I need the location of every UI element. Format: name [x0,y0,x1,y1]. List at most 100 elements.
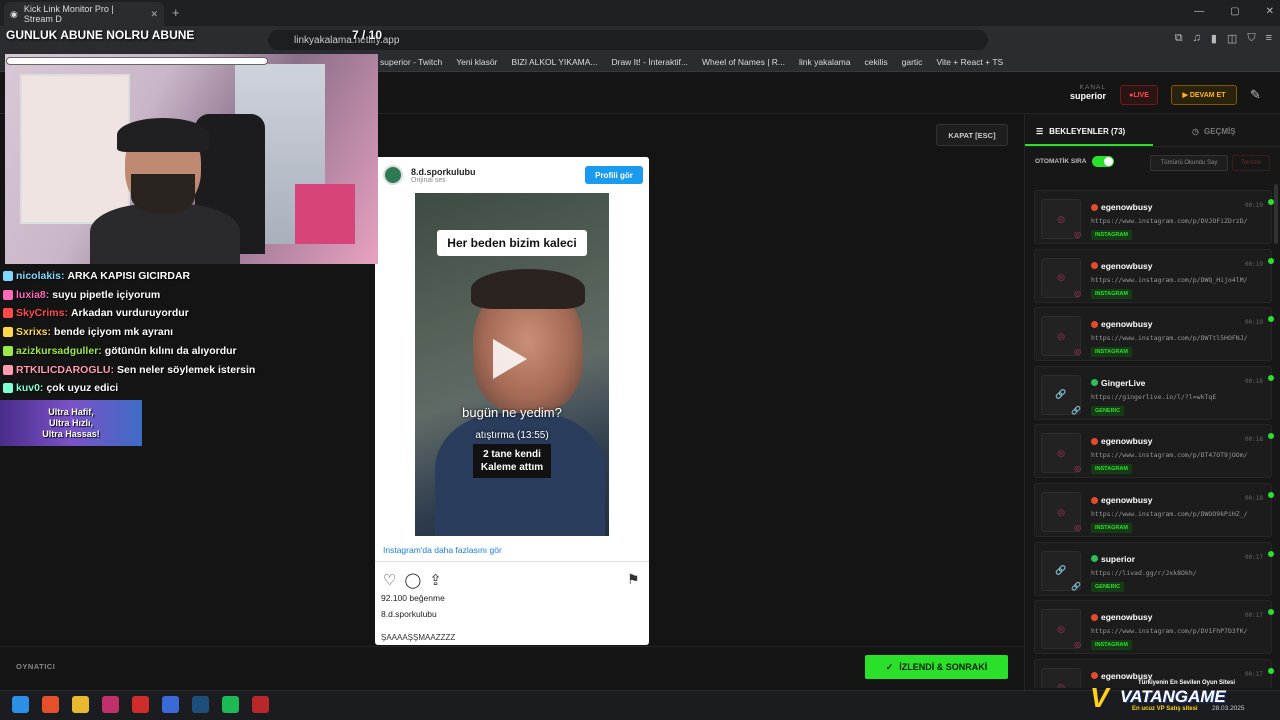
tab-close-icon[interactable]: ✕ [150,9,158,20]
queue-item[interactable]: ◎ ◎ egenowbusy 00:17 https://www.instagram.c… [1034,600,1274,655]
queue-item-time: 00:18 [1244,436,1263,444]
new-tab-button[interactable]: + [172,5,180,20]
queue-item-user: GingerLive [1091,378,1145,388]
menu-icon[interactable]: ≡ [1266,32,1272,45]
video-person-hair [471,269,585,309]
platform-dot [1091,496,1098,504]
bookmark-item[interactable]: Yeni klasör [456,57,497,67]
maximize-button[interactable]: ▢ [1230,6,1239,17]
minimize-button[interactable]: — [1194,6,1204,17]
chat-username: luxia8: [16,288,50,301]
chat-message: luxia8: suyu pipetle içiyorum [3,289,160,301]
avatar[interactable] [383,165,403,185]
spotify-icon[interactable] [222,696,239,713]
more-on-instagram-link[interactable]: Instagram'da daha fazlasını gör [383,545,502,555]
post-owner[interactable]: 8.d.sporkulubu [381,609,437,619]
queue-item-time: 00:19 [1244,319,1263,327]
bookmark-item[interactable]: link yakalama [799,57,851,67]
brave-browser-icon[interactable] [42,696,59,713]
watched-next-button[interactable]: ✓ İZLENDİ & SONRAKİ [865,655,1008,679]
app-icon[interactable] [252,696,269,713]
video-player[interactable]: Her beden bizim kaleci bugün ne yedim? a… [415,193,609,536]
queue-item-time: 00:18 [1244,495,1263,502]
instagram-icon: ◎◎ [1041,667,1081,688]
bookmark-item[interactable]: BIZI ALKOL YIKAMA... [511,57,597,67]
clock-icon: ◷ [1192,126,1199,136]
webcam-person-cap [117,118,209,152]
maps-icon[interactable] [102,696,119,713]
play-icon[interactable] [493,339,527,379]
platform-dot [1091,320,1098,328]
chat-username: SkyCrims: [16,307,68,320]
queue-item[interactable]: ◎ ◎ egenowbusy 00:19 https://www.instagram.c… [1034,248,1274,303]
chat-text: ARKA KAPISI GICIRDAR [67,270,191,282]
file-explorer-icon[interactable] [72,696,89,713]
close-player-button[interactable]: KAPAT [ESC] [936,124,1008,146]
queue-item[interactable]: ◎ ◎ egenowbusy 00:18 https://www.instagram.c… [1034,483,1274,537]
edit-icon[interactable]: ✎ [1250,87,1261,103]
queue-item-username: egenowbusy [1101,436,1153,447]
chat-username: RTKILICDAROGLU: [16,363,114,376]
url-text: linkyakalama.netlify.app [294,34,400,46]
bookmark-item[interactable]: Vite + React + TS [936,57,1003,67]
live-label: LIVE [1133,91,1149,99]
online-indicator [1268,667,1274,674]
chat-text: suyu pipetle içiyorum [52,288,161,301]
ad-line: Ultra Hızlı, [48,417,93,428]
heart-icon[interactable]: ♡ [383,571,396,589]
bookmark-item[interactable]: Draw It! - İnteraktif... [611,57,688,67]
queue-item-url: https://livad.gg/r/Jxk8Okh/ [1091,568,1197,577]
shield-icon[interactable]: ⛉ [1247,32,1255,45]
clear-button[interactable]: Temizle [1232,155,1270,171]
sidebar-icon[interactable]: ▮ [1211,32,1217,45]
overlay-sub-goal-title: GUNLUK ABUNE NOLRU ABUNE [6,28,195,42]
divider [375,561,649,562]
online-indicator [1268,257,1274,264]
steam-icon[interactable] [192,696,209,713]
auto-queue-toggle[interactable] [1092,156,1115,167]
tab-history-label: GEÇMİŞ [1203,126,1236,136]
watermark-logo-v: V [1090,682,1109,713]
bookmark-list: superior - Twitch Yeni klasör BIZI ALKOL… [380,57,1003,67]
queue-item[interactable]: 🔗 🔗 superior 00:17 https://livad.gg/r/Jxk8Ok… [1034,541,1274,596]
queue-item[interactable]: 🔗 🔗 GingerLive 00:18 https://gingerlive.io/l… [1034,365,1274,420]
bookmark-item[interactable]: cekilis [864,57,887,67]
platform-badge: INSTAGRAM [1091,230,1132,240]
link-icon: 🔗 🔗 [1041,374,1081,415]
devam-et-button[interactable]: ▶ DEVAM ET [1171,85,1237,105]
view-profile-button[interactable]: Profili gör [585,166,643,184]
comment-icon[interactable]: ◯ [404,571,421,589]
bookmark-item[interactable]: Wheel of Names | R... [702,57,785,67]
queue-item[interactable]: ◎ ◎ egenowbusy 00:19 https://www.instagram.c… [1034,190,1274,244]
wallet-icon[interactable]: ◫ [1227,32,1237,45]
windows-start-icon[interactable] [12,696,29,713]
taskbar-date: 28.03.2025 [1212,705,1245,712]
ig-actions: ♡ ◯ ⇪ [383,571,442,589]
ad-line: Ultra Hafif, [48,406,94,417]
chat-badge-icon [3,289,13,300]
bookmark-icon[interactable]: ⚑ [627,571,640,588]
app-icon[interactable] [132,696,149,713]
chat-badge-icon [3,308,13,319]
queue-item-user: egenowbusy [1091,495,1152,505]
browser-tab[interactable]: ◉ Kick Link Monitor Pro | Stream D ✕ [4,2,164,26]
queue-item[interactable]: ◎ ◎ egenowbusy 00:19 https://www.instagram.c… [1034,307,1274,362]
queue-item-user: egenowbusy [1091,202,1152,212]
scrollbar[interactable] [1274,184,1278,244]
app-icon[interactable] [162,696,179,713]
platform-badge: INSTAGRAM [1091,347,1132,358]
music-icon[interactable]: ♫ [1193,32,1201,45]
extensions-icon[interactable]: ⧉ [1175,32,1183,45]
share-icon[interactable]: ⇪ [429,571,442,589]
tab-history[interactable]: ◷ GEÇMİŞ [1192,120,1262,142]
chat-text: bende içiyom mk ayranı [54,326,174,339]
bookmark-item[interactable]: gartic [902,57,923,67]
overlay-sub-goal-counter: 7 / 10 [352,28,383,42]
ig-username[interactable]: 8.d.sporkulubu [411,167,476,177]
live-button[interactable]: ● LIVE [1120,85,1158,105]
bookmark-item[interactable]: superior - Twitch [380,57,442,67]
queue-item[interactable]: ◎ ◎ egenowbusy 00:18 https://www.instagram.c… [1034,424,1274,479]
mark-all-read-button[interactable]: Tümünü Okundu Say [1150,155,1228,171]
close-window-button[interactable]: ✕ [1266,6,1274,17]
tab-waiting[interactable]: ☰ BEKLEYENLER (73) [1036,120,1144,142]
